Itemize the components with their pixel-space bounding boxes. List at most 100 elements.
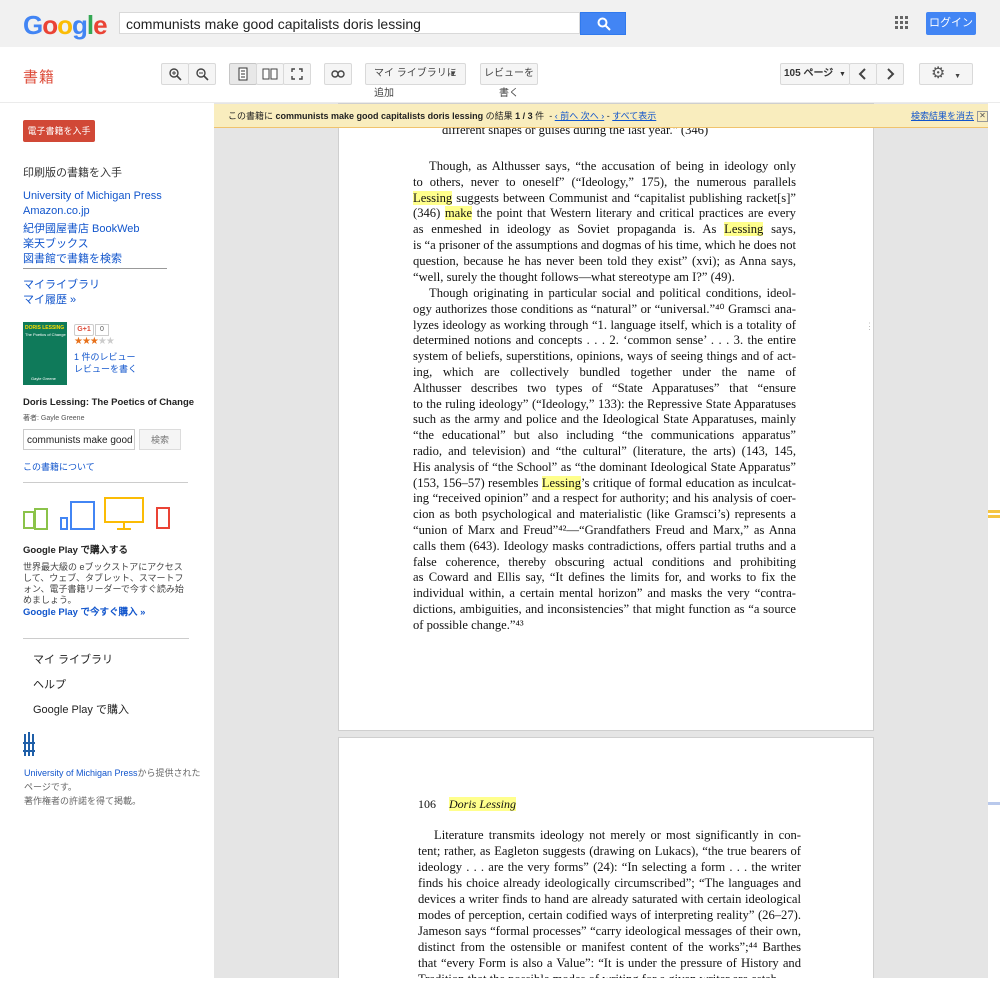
book-viewer[interactable]: different shapes or guises during the la… [214, 103, 988, 978]
seller-link-rakuten[interactable]: 楽天ブックス [23, 235, 89, 251]
paragraph-line: system of beliefs, superstitions, opinio… [413, 349, 796, 364]
divider [23, 268, 167, 269]
search-icon [597, 17, 611, 31]
books-label[interactable]: 書籍 [23, 66, 55, 87]
book-cover[interactable]: DORIS LESSING The Poetics of Change Gayl… [23, 322, 67, 385]
two-page-view-button[interactable] [256, 63, 284, 85]
paragraph-line: that “every Form is also a Value”: “It i… [418, 956, 801, 970]
paragraph-line: devices a writer finds to hand are alrea… [418, 892, 801, 906]
seller-link-kinokuniya[interactable]: 紀伊國屋書店 BookWeb [23, 220, 140, 236]
view-all-results-link[interactable]: すべて表示 [612, 111, 656, 121]
paragraph-line: calls them (643). Ideology masks contrad… [413, 538, 796, 553]
paragraph-line: cion as both psychological and materiali… [413, 507, 796, 522]
footer-help-link[interactable]: ヘルプ [33, 676, 66, 692]
page-edge-mark: ⋮ [865, 321, 874, 331]
zoom-out-button[interactable] [188, 63, 216, 85]
gplus-button[interactable]: G+1 [74, 324, 94, 336]
notice-text: この書籍に communists make good capitalists d… [228, 104, 656, 128]
paragraph-line: Literature transmits ideology not merely… [434, 828, 801, 842]
search-in-book-button[interactable]: 検索 [139, 429, 181, 450]
publisher-logo [23, 732, 37, 758]
publisher-link[interactable]: University of Michigan Press [24, 768, 138, 778]
google-play-title: Google Play で購入する [23, 545, 129, 556]
paragraph-line: is “a prisoner of the assumptions and do… [413, 238, 796, 252]
running-head-text: Doris Lessing [449, 797, 517, 811]
running-head: Doris Lessing [449, 797, 517, 813]
notice-query: communists make good capitalists doris l… [275, 111, 484, 121]
divider [23, 638, 189, 639]
prev-next-result-link[interactable]: ‹ 前へ 次へ › [555, 111, 605, 121]
fullscreen-icon [291, 68, 303, 80]
print-book-heading: 印刷版の書籍を入手 [23, 167, 122, 179]
devices-illustration [23, 497, 170, 530]
search-input[interactable]: communists make good capitalists doris l… [119, 12, 580, 34]
book-title: Doris Lessing: The Poetics of Change [23, 397, 195, 408]
google-logo[interactable]: Google [23, 10, 108, 41]
paragraph-line: lyzes ideology as working through “1. la… [413, 317, 796, 332]
search-in-book-input[interactable]: communists make good capitalists doris l… [23, 429, 135, 450]
seller-link-amazon[interactable]: Amazon.co.jp [23, 205, 90, 217]
paragraph-line: determined notions and concepts . . . 2.… [413, 333, 796, 348]
paragraph-line: “the educational” but also including “th… [413, 428, 796, 443]
chevron-down-icon: ▼ [954, 73, 962, 80]
paragraph-line: ing, which are collectively bundled toge… [413, 365, 796, 379]
book-author: 著者: Gayle Greene [23, 415, 85, 422]
fullscreen-button[interactable] [283, 63, 311, 85]
cover-title: DORIS LESSING [25, 325, 65, 331]
zoom-in-icon [169, 68, 182, 81]
apps-grid-icon[interactable] [895, 16, 909, 30]
about-book-link[interactable]: この書籍について [23, 460, 95, 473]
footer-play-link[interactable]: Google Play で購入 [33, 701, 129, 717]
close-icon[interactable]: ✕ [977, 111, 988, 122]
search-hit-highlight: make [444, 206, 473, 221]
add-to-library-button[interactable]: マイ ライブラリに追加 ▼ [365, 63, 466, 99]
notice-separator: - [606, 111, 610, 121]
my-library-link[interactable]: マイライブラリ [23, 276, 100, 292]
paragraph-line: as enmeshed in ideology as Soviet propag… [413, 222, 796, 237]
paragraph-line: false coherence, thereby obscuring actua… [413, 554, 796, 569]
paragraph-line: ing “received opinion” and a respect for… [413, 491, 796, 506]
search-hit-highlight: Lessing [724, 222, 764, 237]
single-page-icon [238, 67, 248, 81]
single-page-view-button[interactable] [229, 63, 257, 85]
footer-my-library-link[interactable]: マイ ライブラリ [33, 651, 113, 667]
paragraph-line: individual within, a certain mental hori… [413, 586, 796, 601]
write-review-button[interactable]: レビューを書く [480, 63, 538, 99]
notice-middle: の結果 [485, 111, 513, 121]
chevron-down-icon: ▼ [449, 69, 457, 78]
notice-prefix: この書籍に [228, 111, 274, 121]
paragraph-line: His analysis of “the School” as “the dom… [413, 459, 796, 474]
publisher-credit: University of Michigan Pressから提供されたページです… [24, 766, 204, 808]
chevron-left-icon [858, 68, 866, 80]
paragraph-line: Tradition that the possible modes of wri… [418, 972, 801, 978]
next-page-button[interactable] [876, 63, 904, 85]
page-number: 106 [418, 797, 436, 811]
signin-button[interactable]: ログイン [926, 12, 976, 35]
zoom-in-button[interactable] [161, 63, 189, 85]
search-hit-highlight: Lessing [413, 190, 453, 205]
library-search-link[interactable]: 図書館で書籍を検索 [23, 250, 122, 266]
scrollbar-position-marker [988, 802, 1000, 805]
page-select[interactable]: 105 ページ ▼ [780, 63, 850, 85]
notice-after-count: 件 [535, 111, 545, 121]
google-play-description: 世界最大級の eブックストアにアクセスして、ウェブ、タブレット、スマートフォン、… [23, 562, 184, 605]
gear-icon: ⚙ [930, 65, 946, 82]
my-history-link[interactable]: マイ履歴 » [23, 291, 76, 307]
google-play-buy-link[interactable]: Google Play で今すぐ購入 » [23, 604, 145, 618]
settings-button[interactable]: ⚙ ▼ [919, 63, 973, 85]
get-ebook-button[interactable]: 電子書籍を入手 [23, 120, 95, 142]
notice-separator: - [549, 111, 553, 121]
clear-results-link[interactable]: 検索結果を消去 [911, 104, 974, 128]
search-button[interactable] [580, 12, 626, 35]
link-icon [331, 70, 345, 78]
cover-subtitle: The Poetics of Change [25, 332, 66, 337]
viewer-scrollbar[interactable] [988, 103, 1000, 978]
write-review-link[interactable]: レビューを書く [74, 362, 137, 375]
prev-page-button[interactable] [849, 63, 877, 85]
link-button[interactable] [324, 63, 352, 85]
paragraph-line: Lessing suggests between Communist and “… [413, 190, 796, 205]
seller-link-umich[interactable]: University of Michigan Press [23, 190, 162, 202]
notice-count: 1 / 3 [515, 111, 533, 121]
paragraph-line: such as the army and police and the Ideo… [413, 412, 796, 427]
paragraph-line: Though, as Althusser says, “the accusati… [429, 159, 796, 173]
